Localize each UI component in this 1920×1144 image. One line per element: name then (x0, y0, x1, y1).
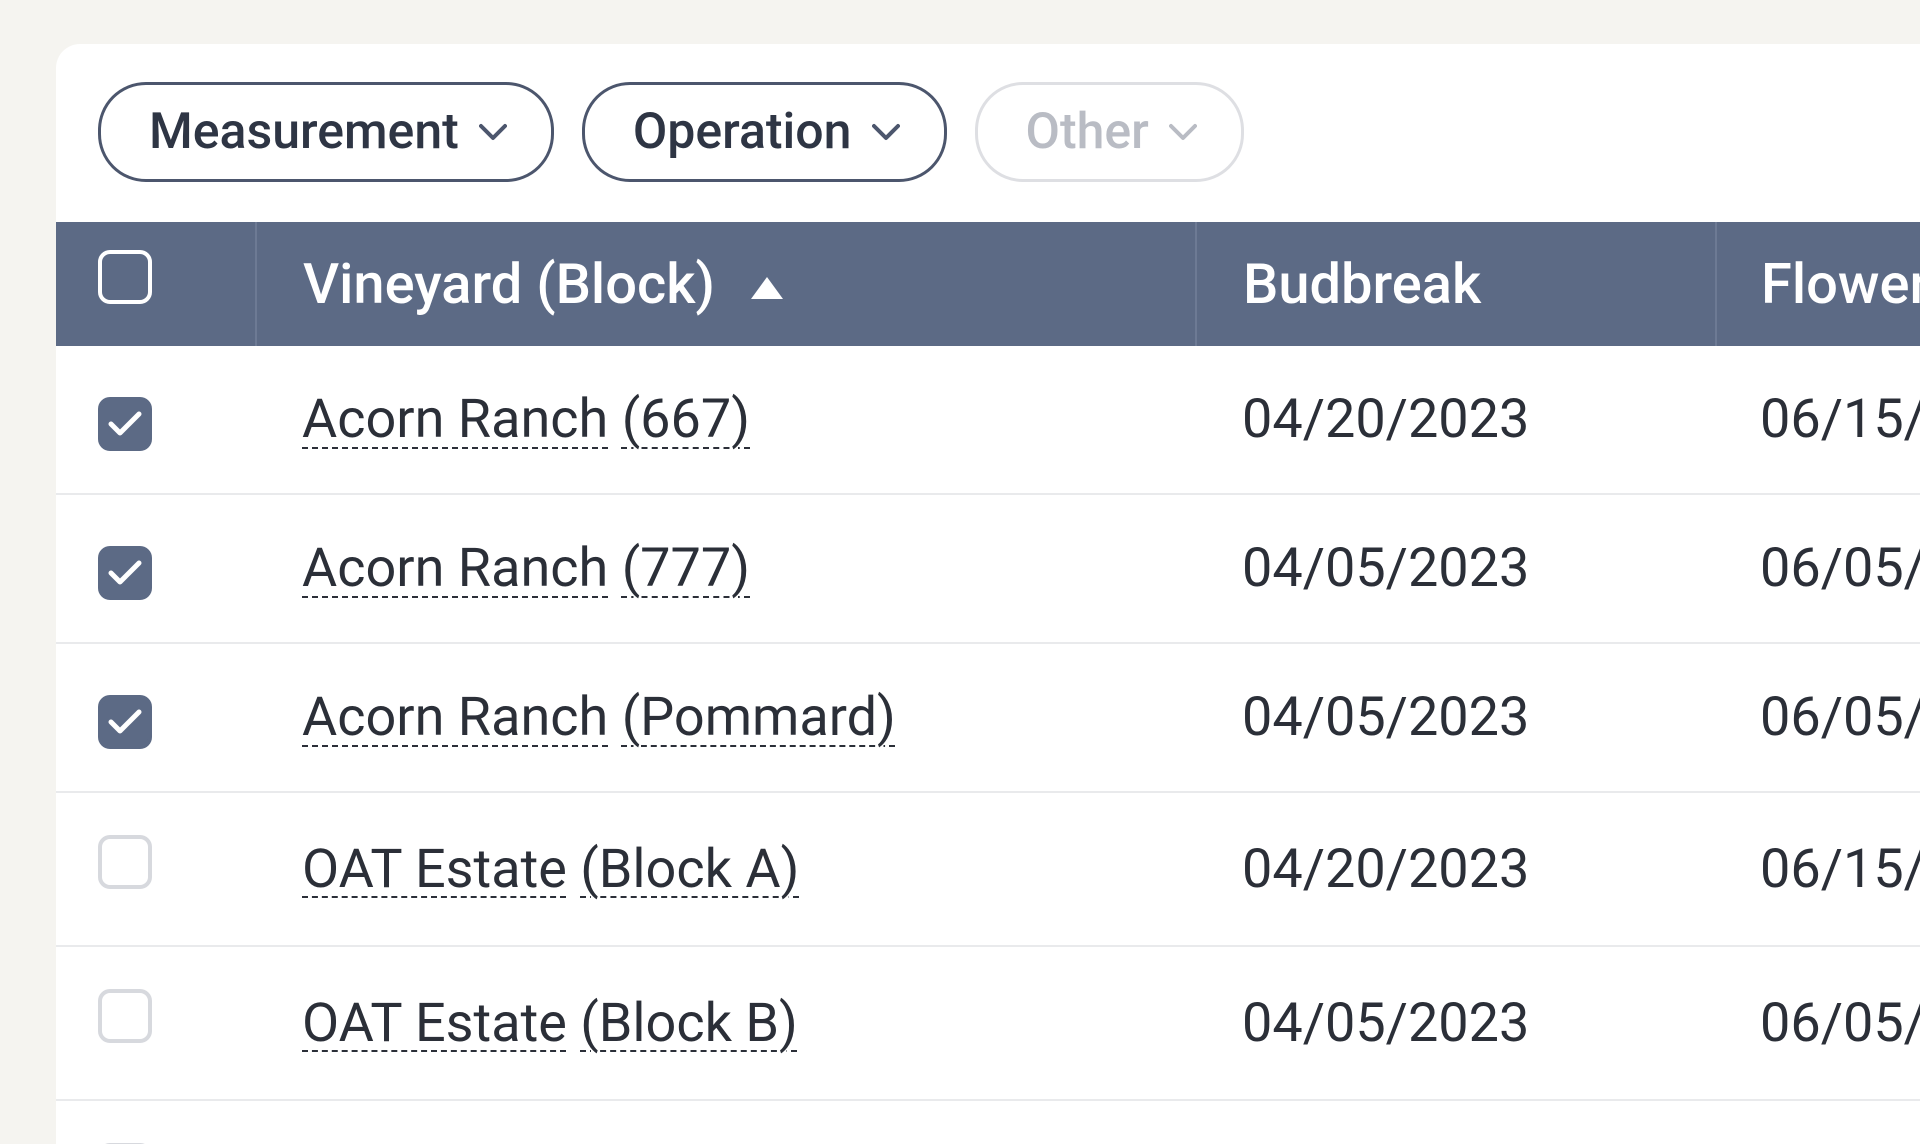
vineyard-link[interactable]: OAT Estate (302, 838, 567, 901)
filter-operation[interactable]: Operation (582, 82, 947, 182)
row-vineyard-cell: Acorn Ranch (777) (256, 494, 1196, 643)
header-vineyard-label: Vineyard (Block) (303, 251, 715, 317)
table-row: Acorn Ranch (777)04/05/202306/05/2023 (56, 494, 1920, 643)
table-row: OAT Estate (Block B)04/05/202306/05/2023 (56, 946, 1920, 1100)
header-select-all[interactable] (56, 222, 256, 346)
row-flowering: 06/15/2023 (1716, 792, 1920, 946)
row-budbreak: 04/05/2023 (1196, 643, 1716, 792)
vineyard-link[interactable]: Acorn Ranch (302, 388, 608, 451)
filter-measurement-label: Measurement (149, 103, 459, 161)
vineyard-link[interactable]: Acorn Ranch (302, 686, 608, 749)
row-checkbox-cell (56, 346, 256, 494)
row-budbreak: 04/05/2023 (1196, 1100, 1716, 1144)
table-row: OAT Estate (Block C)04/05/202306/05/2023 (56, 1100, 1920, 1144)
header-budbreak-label: Budbreak (1243, 251, 1481, 317)
row-budbreak: 04/20/2023 (1196, 346, 1716, 494)
vineyard-block-link[interactable]: (667) (622, 388, 750, 451)
row-checkbox-cell (56, 643, 256, 792)
filter-bar: Measurement Operation Other (56, 44, 1920, 222)
header-budbreak[interactable]: Budbreak (1196, 222, 1716, 346)
row-vineyard-cell: OAT Estate (Block C) (256, 1100, 1196, 1144)
row-flowering: 06/05/2023 (1716, 946, 1920, 1100)
row-vineyard-cell: Acorn Ranch (667) (256, 346, 1196, 494)
row-budbreak: 04/20/2023 (1196, 792, 1716, 946)
filter-operation-label: Operation (633, 103, 852, 161)
row-checkbox[interactable] (98, 989, 152, 1043)
row-budbreak: 04/05/2023 (1196, 946, 1716, 1100)
row-checkbox-cell (56, 1100, 256, 1144)
header-flowering[interactable]: Flowering (1716, 222, 1920, 346)
table-row: Acorn Ranch (667)04/20/202306/15/2023 (56, 346, 1920, 494)
row-checkbox[interactable] (98, 397, 152, 451)
row-vineyard-cell: OAT Estate (Block B) (256, 946, 1196, 1100)
table-row: OAT Estate (Block A)04/20/202306/15/2023 (56, 792, 1920, 946)
vineyard-table: Vineyard (Block) Budbreak Flowering Acor… (56, 222, 1920, 1144)
vineyard-block-link[interactable]: (Block B) (580, 992, 798, 1055)
header-vineyard[interactable]: Vineyard (Block) (256, 222, 1196, 346)
vineyard-block-link[interactable]: (777) (622, 537, 750, 600)
filter-other[interactable]: Other (975, 82, 1244, 182)
filter-measurement[interactable]: Measurement (98, 82, 554, 182)
header-flowering-label: Flowering (1761, 251, 1920, 317)
vineyard-link[interactable]: OAT Estate (302, 992, 567, 1055)
vineyard-block-link[interactable]: (Block A) (580, 838, 799, 901)
row-budbreak: 04/05/2023 (1196, 494, 1716, 643)
vineyard-link[interactable]: Acorn Ranch (302, 537, 608, 600)
row-vineyard-cell: Acorn Ranch (Pommard) (256, 643, 1196, 792)
chevron-down-icon (479, 123, 507, 141)
row-checkbox-cell (56, 792, 256, 946)
chevron-down-icon (1169, 123, 1197, 141)
row-checkbox-cell (56, 494, 256, 643)
select-all-checkbox[interactable] (98, 250, 152, 304)
row-flowering: 06/05/2023 (1716, 1100, 1920, 1144)
chevron-down-icon (872, 123, 900, 141)
table-row: Acorn Ranch (Pommard)04/05/202306/05/202… (56, 643, 1920, 792)
row-flowering: 06/15/2023 (1716, 346, 1920, 494)
row-checkbox[interactable] (98, 546, 152, 600)
row-vineyard-cell: OAT Estate (Block A) (256, 792, 1196, 946)
row-checkbox-cell (56, 946, 256, 1100)
row-flowering: 06/05/2023 (1716, 494, 1920, 643)
filter-other-label: Other (1026, 103, 1149, 161)
vineyard-block-link[interactable]: (Pommard) (622, 686, 896, 749)
row-checkbox[interactable] (98, 695, 152, 749)
row-flowering: 06/05/2023 (1716, 643, 1920, 792)
row-checkbox[interactable] (98, 835, 152, 889)
sort-asc-icon (747, 273, 787, 303)
